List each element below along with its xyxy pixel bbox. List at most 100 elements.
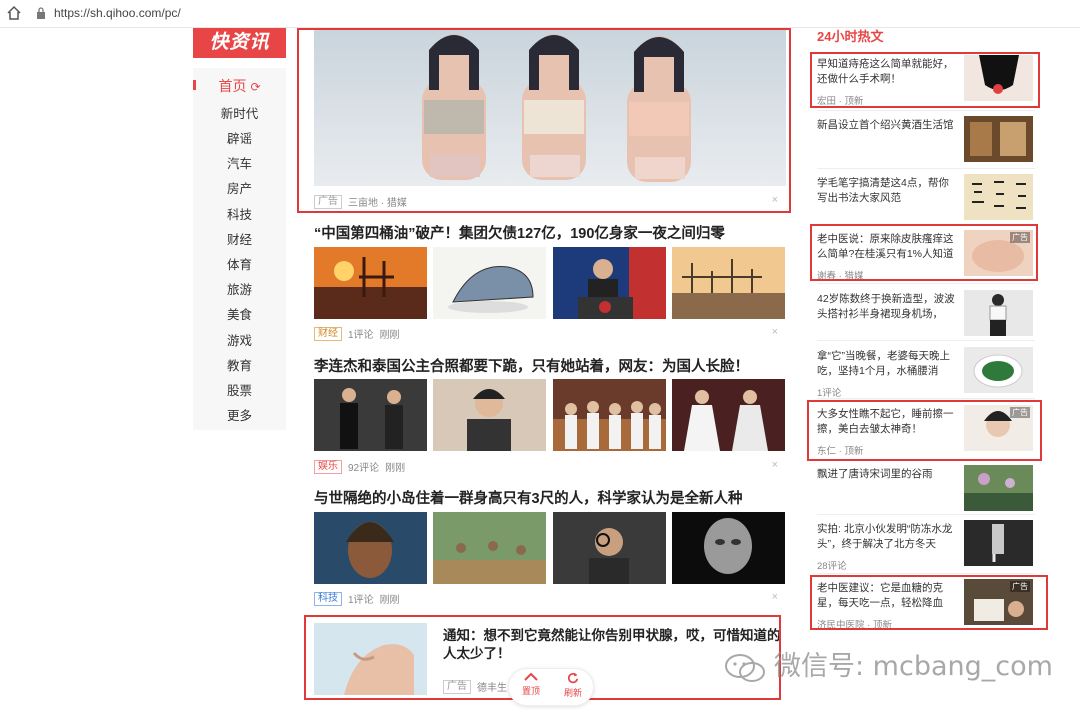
article-title[interactable]: 与世隔绝的小岛住着一群身高只有3尺的人，科学家认为是全新人种 — [314, 487, 786, 508]
publish-time: 刚刚 — [379, 595, 400, 606]
ad-label: 广告 — [1010, 581, 1030, 592]
hot-item-thumbnail[interactable] — [964, 174, 1033, 220]
article-title[interactable]: 李连杰和泰国公主合照都要下跪，只有她站着，网友：为国人长脸！ — [314, 355, 786, 376]
dismiss-button[interactable]: × — [772, 459, 778, 471]
thumbnail-scientist[interactable] — [553, 512, 666, 584]
article-thumbnails[interactable] — [314, 247, 786, 319]
hot-item[interactable]: 学毛笔字搞清楚这4点，帮你写出书法大家风范 — [817, 174, 1035, 230]
hot-item-title[interactable]: 老中医说：原来除皮肤瘙痒这么简单?在桂溪只有1%人知道 — [817, 232, 959, 262]
thumbnail-refinery[interactable] — [672, 247, 785, 319]
hot-item-meta: 宏田 · 顶新 — [817, 96, 864, 107]
hot-item[interactable]: 大多女性瞧不起它，睡前擦一擦，美白去皱太神奇！ 东仁 · 顶新 广告 — [817, 405, 1035, 461]
hot-item-title[interactable]: 42岁陈数终于换新造型，波波头搭衬衫半身裙现身机场， — [817, 292, 959, 322]
hot-item-title[interactable]: 飘进了唐诗宋词里的谷雨 — [817, 467, 959, 482]
hot-item-title[interactable]: 大多女性瞧不起它，睡前擦一擦，美白去皱太神奇！ — [817, 407, 959, 437]
watermark-text: 微信号: mcbang_com — [774, 651, 1053, 682]
hot-item[interactable]: 早知道痔疮这么简单就能好，还做什么手术啊！ 宏田 · 顶新 — [817, 55, 1035, 111]
nav-item-food[interactable]: 美食 — [193, 304, 286, 323]
hot-item-thumbnail[interactable] — [964, 347, 1033, 393]
thumbnail-primitive-scene[interactable] — [433, 512, 546, 584]
nav-item-travel[interactable]: 旅游 — [193, 279, 286, 298]
banner-ad[interactable]: 广告 三亩地 · 猎媒 × — [314, 30, 786, 210]
hot-item-title[interactable]: 实拍: 北京小伙发明“防冻水龙头”，终于解决了北方冬天 — [817, 522, 959, 552]
comment-count[interactable]: 1评论 — [348, 591, 374, 606]
dismiss-button[interactable]: × — [772, 326, 778, 338]
article-meta: 财经 1评论 刚刚 — [314, 326, 400, 341]
category-tag[interactable]: 财经 — [314, 326, 342, 341]
dismiss-button[interactable]: × — [772, 194, 778, 206]
hot-item-title[interactable]: 新昌设立首个绍兴黄酒生活馆 — [817, 118, 959, 133]
hot-item[interactable]: 42岁陈数终于换新造型，波波头搭衬衫半身裙现身机场， — [817, 290, 1035, 346]
nav-item-sports[interactable]: 体育 — [193, 254, 286, 273]
ad-tag: 广告 — [314, 194, 342, 209]
hot-item-meta[interactable]: 28评论 — [817, 558, 847, 572]
category-tag[interactable]: 娱乐 — [314, 459, 342, 474]
nav-item-more[interactable]: 更多 — [193, 405, 286, 424]
hot-item-thumbnail[interactable] — [964, 55, 1033, 101]
article-title[interactable]: “中国第四桶油”破产！集团欠债127亿，190亿身家一夜之间归零 — [314, 222, 786, 243]
wechat-icon — [725, 653, 765, 682]
hot-item-thumbnail[interactable] — [964, 116, 1033, 162]
thumbnail-skull[interactable] — [672, 512, 785, 584]
category-tag[interactable]: 科技 — [314, 591, 342, 606]
back-to-top-button[interactable]: 置顶 — [511, 672, 551, 697]
hot-item[interactable]: 拿“它”当晚餐，老婆每天晚上吃，坚持1个月，水桶腰消 1评论 — [817, 347, 1035, 403]
hot-item-title[interactable]: 老中医建议：它是血糖的克星，每天吃一点，轻松降血 — [817, 581, 959, 611]
hot-item-title[interactable]: 早知道痔疮这么简单就能好，还做什么手术啊！ — [817, 57, 959, 87]
hot-item-title[interactable]: 学毛笔字搞清楚这4点，帮你写出书法大家风范 — [817, 176, 959, 206]
hot-item-thumbnail[interactable]: 广告 — [964, 230, 1033, 276]
publish-time: 刚刚 — [379, 330, 400, 341]
hot-item-thumbnail[interactable] — [964, 465, 1033, 511]
hot-item-title[interactable]: 拿“它”当晚餐，老婆每天晚上吃，坚持1个月，水桶腰消 — [817, 349, 959, 379]
article-card[interactable]: 与世隔绝的小岛住着一群身高只有3尺的人，科学家认为是全新人种 科技 1评论 刚刚… — [314, 487, 786, 607]
thumbnail-red-carpet[interactable] — [314, 379, 427, 451]
nav-item-home[interactable]: 首页 ⟳ — [193, 76, 286, 96]
hot-item[interactable]: 新昌设立首个绍兴黄酒生活馆 — [817, 116, 1035, 172]
nav-item-games[interactable]: 游戏 — [193, 330, 286, 349]
hot-item[interactable]: 飘进了唐诗宋词里的谷雨 — [817, 465, 1035, 521]
hot-item-thumbnail[interactable] — [964, 520, 1033, 566]
hot-item[interactable]: 老中医说：原来除皮肤瘙痒这么简单?在桂溪只有1%人知道 谢春 · 猎媒 广告 — [817, 230, 1035, 286]
ad-source: 德丰生 — [477, 683, 507, 694]
comment-count[interactable]: 1评论 — [348, 326, 374, 341]
hot-item[interactable]: 实拍: 北京小伙发明“防冻水龙头”，终于解决了北方冬天 28评论 — [817, 520, 1035, 576]
nav-item-property[interactable]: 房产 — [193, 178, 286, 197]
article-thumbnails[interactable] — [314, 379, 786, 451]
nav-item-tech[interactable]: 科技 — [193, 204, 286, 223]
hot-item[interactable]: 老中医建议：它是血糖的克星，每天吃一点，轻松降血 济民中医院 · 顶新 广告 — [817, 579, 1035, 635]
banner-ad-image[interactable] — [314, 30, 786, 186]
dismiss-button[interactable]: × — [772, 591, 778, 603]
article-thumbnails[interactable] — [314, 512, 786, 584]
thumbnail-speaker[interactable] — [553, 247, 666, 319]
divider — [817, 459, 1035, 460]
divider — [817, 168, 1035, 169]
home-icon[interactable] — [6, 5, 22, 21]
hot-item-thumbnail[interactable]: 广告 — [964, 405, 1033, 451]
nav-item-rumor[interactable]: 辟谣 — [193, 128, 286, 147]
refresh-button[interactable]: 刷新 — [553, 672, 593, 699]
nav-item-stocks[interactable]: 股票 — [193, 380, 286, 399]
hot-item-meta[interactable]: 1评论 — [817, 385, 841, 399]
thumbnail-cartoon[interactable] — [433, 247, 546, 319]
comment-count[interactable]: 92评论 — [348, 459, 379, 474]
url-text[interactable]: https://sh.qihoo.com/pc/ — [54, 6, 181, 20]
nav-item-auto[interactable]: 汽车 — [193, 153, 286, 172]
thumbnail-oil-rig-sunset[interactable] — [314, 247, 427, 319]
hot-item-thumbnail[interactable]: 广告 — [964, 579, 1033, 625]
nav-item-new-era[interactable]: 新时代 — [193, 103, 286, 122]
thumbnail-face-model[interactable] — [314, 512, 427, 584]
bottom-ad-meta: 广告 德丰生 — [443, 679, 507, 694]
thumbnail-fashion[interactable] — [672, 379, 785, 451]
nav-item-finance[interactable]: 财经 — [193, 229, 286, 248]
hot-item-thumbnail[interactable] — [964, 290, 1033, 336]
refresh-icon[interactable]: ⟳ — [250, 80, 260, 94]
site-logo[interactable]: 快资讯 — [193, 28, 286, 58]
bottom-ad-image[interactable] — [314, 623, 427, 695]
thumbnail-portrait[interactable] — [433, 379, 546, 451]
hot-item-meta: 济民中医院 · 顶新 — [817, 620, 892, 631]
article-card[interactable]: “中国第四桶油”破产！集团欠债127亿，190亿身家一夜之间归零 财经 1评论 … — [314, 222, 786, 342]
chevron-up-icon — [524, 672, 538, 681]
thumbnail-group-photo[interactable] — [553, 379, 666, 451]
nav-item-education[interactable]: 教育 — [193, 355, 286, 374]
article-card[interactable]: 李连杰和泰国公主合照都要下跪，只有她站着，网友：为国人长脸！ 娱乐 92评论 刚… — [314, 355, 786, 475]
